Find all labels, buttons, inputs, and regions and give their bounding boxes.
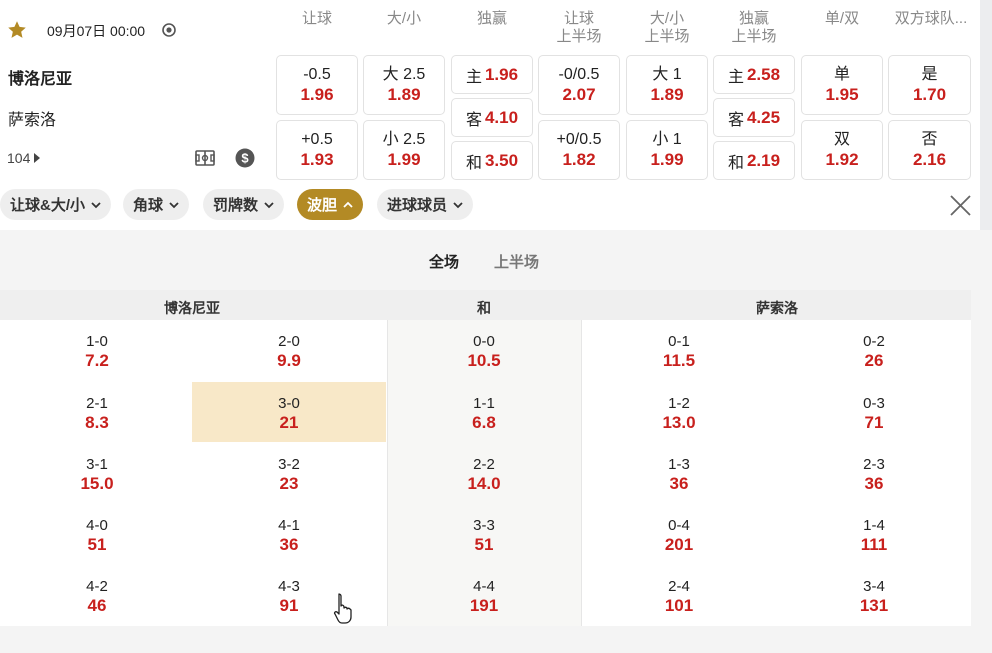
odds-cell-over-1h[interactable]: 大 1 1.89: [626, 55, 708, 115]
svg-text:$: $: [241, 151, 249, 166]
score-grid: 1-0 7.2 2-0 9.9 0-0 10.5 0-1 11.5 0-2 26 2-1 8…: [0, 320, 971, 626]
more-markets-count: 104: [7, 150, 31, 166]
score-cell-1-0[interactable]: 1-0 7.2: [0, 320, 194, 380]
odds-cell-winner-away[interactable]: 客 4.10: [451, 98, 533, 137]
score-cell-3-1[interactable]: 3-1 15.0: [0, 443, 194, 503]
odds-cell-odd[interactable]: 单 1.95: [801, 55, 883, 115]
odds-cell-even[interactable]: 双 1.92: [801, 120, 883, 180]
score-cell-1-3[interactable]: 1-3 36: [582, 443, 776, 503]
score-cell-1-2[interactable]: 1-2 13.0: [582, 382, 776, 442]
odds-cell-btts-yes[interactable]: 是 1.70: [888, 55, 971, 115]
more-markets-link[interactable]: 104: [7, 150, 41, 166]
odds-cell-winner-1h-away[interactable]: 客 4.25: [713, 98, 795, 137]
odds-cell-btts-no[interactable]: 否 2.16: [888, 120, 971, 180]
odds-cell-over[interactable]: 大 2.5 1.89: [363, 55, 445, 115]
odds-cell-handicap-1h-home[interactable]: -0/0.5 2.07: [538, 55, 620, 115]
cashout-dollar-icon[interactable]: $: [235, 148, 255, 168]
odds-cell-winner-1h-draw[interactable]: 和 2.19: [713, 141, 795, 180]
chevron-down-icon: [453, 201, 463, 208]
header-handicap: 让球: [301, 10, 332, 27]
odds-cell-winner-draw[interactable]: 和 3.50: [451, 141, 533, 180]
star-icon[interactable]: [7, 20, 27, 40]
odds-cell-winner-home[interactable]: 主 1.96: [451, 55, 533, 94]
score-grid-header: 博洛尼亚 和 萨索洛: [0, 290, 971, 320]
score-cell-3-3[interactable]: 3-3 51: [387, 504, 581, 564]
score-cell-3-2[interactable]: 3-2 23: [192, 443, 386, 503]
score-cell-4-2[interactable]: 4-2 46: [0, 565, 194, 625]
pitch-icon[interactable]: [195, 148, 215, 168]
away-team-name: 萨索洛: [8, 112, 57, 129]
chevron-down-icon: [91, 201, 101, 208]
score-cell-2-0[interactable]: 2-0 9.9: [192, 320, 386, 380]
score-cell-3-4[interactable]: 3-4 131: [777, 565, 971, 625]
tab-first-half[interactable]: 上半场: [494, 251, 539, 272]
odds-cell-handicap-home[interactable]: -0.5 1.96: [276, 55, 358, 115]
header-btts: 双方球队...: [894, 10, 968, 27]
live-clock-icon: [162, 23, 176, 37]
score-cell-0-0[interactable]: 0-0 10.5: [387, 320, 581, 380]
filter-chip-handicap-ou[interactable]: 让球&大/小: [0, 189, 112, 220]
header-handicap-1h: 让球 上半场: [556, 10, 602, 45]
chevron-down-icon: [264, 201, 274, 208]
header-winner-1h: 独赢 上半场: [731, 10, 777, 45]
match-datetime: 09月07日 00:00: [47, 23, 146, 39]
header-oddeven: 单/双: [824, 10, 860, 27]
score-cell-4-4[interactable]: 4-4 191: [387, 565, 581, 625]
chevron-up-icon: [343, 201, 353, 208]
score-cell-0-2[interactable]: 0-2 26: [777, 320, 971, 380]
score-cell-0-4[interactable]: 0-4 201: [582, 504, 776, 564]
odds-cell-handicap-1h-away[interactable]: +0/0.5 1.82: [538, 120, 620, 180]
filter-chip-correct-score[interactable]: 波胆: [297, 189, 364, 220]
score-cell-2-1[interactable]: 2-1 8.3: [0, 382, 194, 442]
tab-full-time[interactable]: 全场: [429, 251, 459, 272]
odds-cell-under[interactable]: 小 2.5 1.99: [363, 120, 445, 180]
caret-right-icon: [34, 153, 41, 163]
score-header-home: 博洛尼亚: [164, 300, 220, 316]
filter-chip-bookings[interactable]: 罚牌数: [203, 189, 285, 220]
filter-chip-corners[interactable]: 角球: [123, 189, 190, 220]
chevron-down-icon: [169, 201, 179, 208]
score-cell-2-3[interactable]: 2-3 36: [777, 443, 971, 503]
score-cell-2-2[interactable]: 2-2 14.0: [387, 443, 581, 503]
score-cell-4-3[interactable]: 4-3 91: [192, 565, 386, 625]
score-cell-3-0[interactable]: 3-0 21: [192, 382, 386, 442]
close-icon[interactable]: [950, 195, 971, 216]
score-cell-0-3[interactable]: 0-3 71: [777, 382, 971, 442]
header-winner: 独赢: [476, 10, 507, 27]
filter-chip-goalscorer[interactable]: 进球球员: [377, 189, 474, 220]
score-header-away: 萨索洛: [756, 300, 798, 316]
score-cell-4-0[interactable]: 4-0 51: [0, 504, 194, 564]
score-header-draw: 和: [477, 300, 491, 316]
hand-cursor-icon: [333, 593, 352, 624]
score-cell-1-1[interactable]: 1-1 6.8: [387, 382, 581, 442]
score-cell-2-4[interactable]: 2-4 101: [582, 565, 776, 625]
odds-cell-under-1h[interactable]: 小 1 1.99: [626, 120, 708, 180]
odds-cell-handicap-away[interactable]: +0.5 1.93: [276, 120, 358, 180]
odds-cell-winner-1h-home[interactable]: 主 2.58: [713, 55, 795, 94]
header-overunder: 大/小: [386, 10, 422, 27]
score-cell-1-4[interactable]: 1-4 111: [777, 504, 971, 564]
score-cell-0-1[interactable]: 0-1 11.5: [582, 320, 776, 380]
header-overunder-1h: 大/小 上半场: [644, 10, 690, 45]
home-team-name: 博洛尼亚: [8, 71, 73, 88]
score-cell-4-1[interactable]: 4-1 36: [192, 504, 386, 564]
